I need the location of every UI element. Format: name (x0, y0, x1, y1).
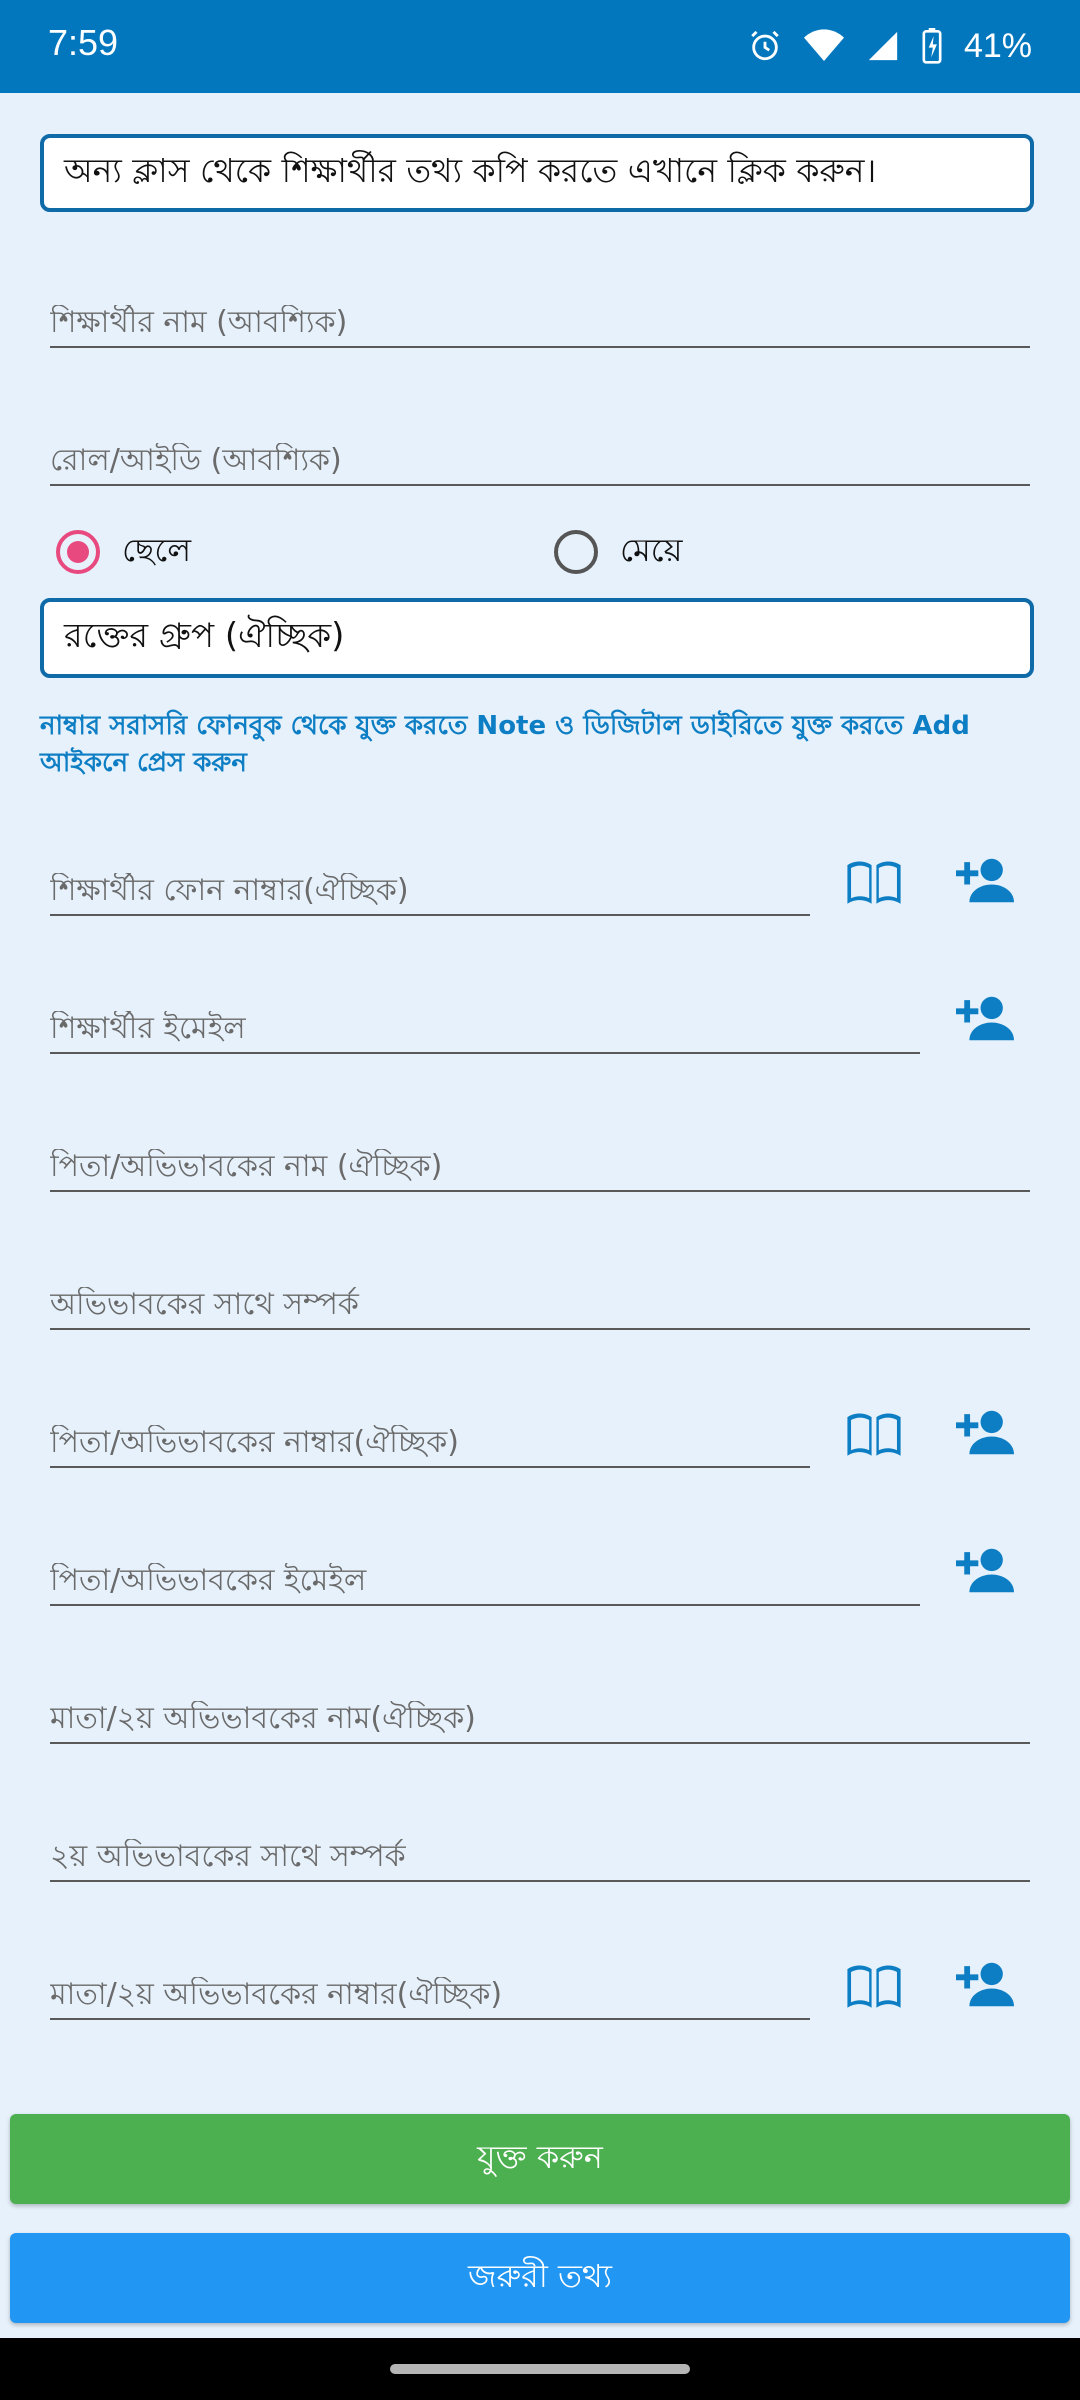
guardian2-relation-field (50, 1822, 1030, 1882)
roll-id-field (50, 426, 1030, 486)
alarm-icon (748, 29, 782, 63)
phonebook-icon[interactable] (844, 852, 904, 912)
gender-female-option[interactable]: মেয়ে (554, 525, 682, 579)
mother-name-input[interactable] (50, 1701, 1030, 1736)
navigation-bar (0, 2338, 1080, 2400)
add-student-button[interactable]: যুক্ত করুন (10, 2114, 1070, 2204)
contacts-hint-text: নাম্বার সরাসরি ফোনবুক থেকে যুক্ত করতে No… (40, 711, 970, 778)
signal-icon (866, 29, 900, 63)
student-phone-input[interactable] (50, 873, 810, 908)
father-name-input[interactable] (50, 1149, 1030, 1184)
important-info-button[interactable]: জরুরী তথ্য (10, 2233, 1070, 2323)
father-email-input[interactable] (50, 1563, 920, 1598)
phonebook-icon[interactable] (844, 1956, 904, 2016)
gender-male-option[interactable]: ছেলে (56, 525, 191, 579)
father-name-field (50, 1132, 1030, 1192)
status-time: 7:59 (48, 22, 119, 63)
mother-phone-input[interactable] (50, 1977, 810, 2012)
father-phone-input[interactable] (50, 1425, 810, 1460)
add-contact-icon[interactable] (955, 1954, 1015, 2014)
roll-id-input[interactable] (50, 443, 1030, 478)
blood-group-selector[interactable]: রক্তের গ্রুপ (ঐচ্ছিক) (40, 598, 1034, 678)
gender-male-label: ছেলে (122, 531, 192, 569)
radio-checked-icon[interactable] (56, 530, 100, 574)
add-contact-icon[interactable] (955, 988, 1015, 1048)
status-bar: 7:59 41% (0, 0, 1080, 93)
copy-from-class-button[interactable]: অন্য ক্লাস থেকে শিক্ষার্থীর তথ্য কপি করত… (40, 134, 1034, 212)
student-name-field (50, 288, 1030, 348)
gender-female-label: মেয়ে (620, 531, 683, 569)
battery-percent: 41% (963, 26, 1032, 65)
student-email-field (50, 994, 920, 1054)
add-contact-icon[interactable] (955, 850, 1015, 910)
student-name-input[interactable] (50, 305, 1030, 340)
status-icons: 41% (748, 20, 1032, 72)
student-phone-field (50, 856, 810, 916)
add-contact-icon[interactable] (955, 1402, 1015, 1462)
gender-radio-group: ছেলে মেয়ে (50, 525, 1040, 589)
radio-unchecked-icon[interactable] (554, 530, 598, 574)
guardian-relation-input[interactable] (50, 1287, 1030, 1322)
wifi-icon (803, 29, 844, 63)
guardian2-relation-input[interactable] (50, 1839, 1030, 1874)
father-email-field (50, 1546, 920, 1606)
battery-charging-icon (922, 28, 942, 64)
phonebook-icon[interactable] (844, 1404, 904, 1464)
gesture-handle[interactable] (390, 2364, 690, 2374)
guardian-relation-field (50, 1270, 1030, 1330)
mother-name-field (50, 1684, 1030, 1744)
mother-phone-field (50, 1960, 810, 2020)
father-phone-field (50, 1408, 810, 1468)
student-email-input[interactable] (50, 1011, 920, 1046)
add-contact-icon[interactable] (955, 1540, 1015, 1600)
